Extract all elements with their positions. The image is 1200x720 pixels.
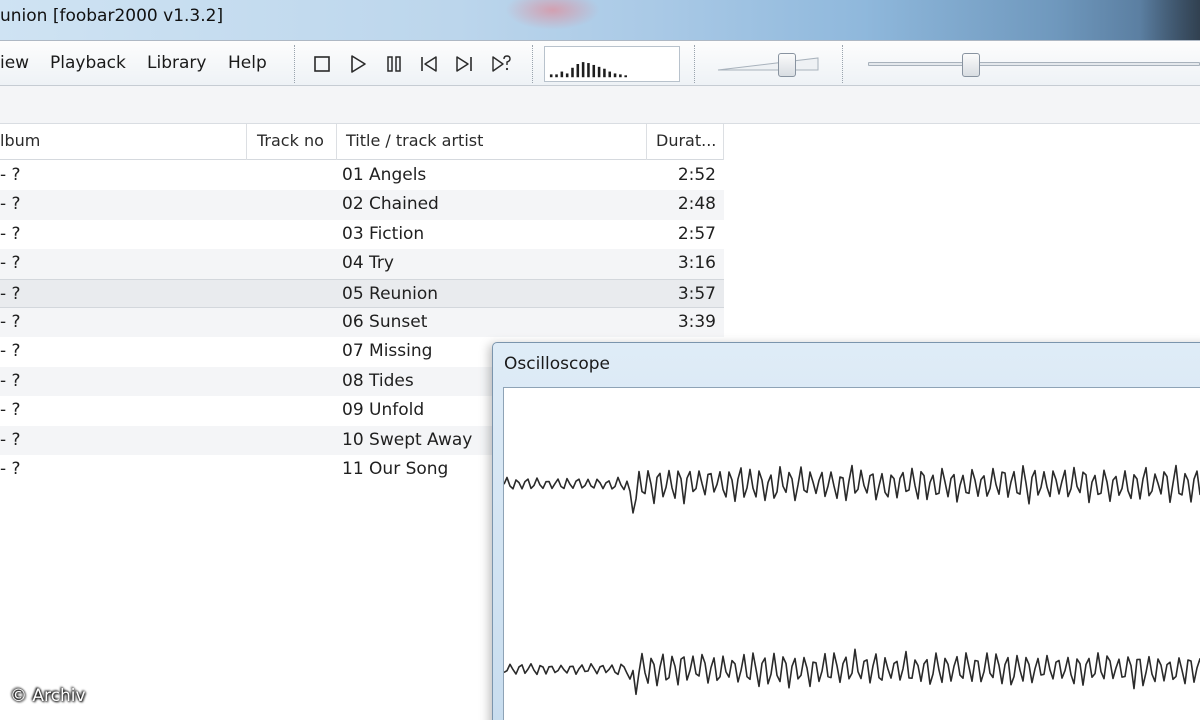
row-title: 09 Unfold [342,400,425,421]
menu-view[interactable]: iew [0,53,29,73]
pause-icon [387,56,401,72]
previous-button[interactable] [416,51,442,77]
oscilloscope-display [503,387,1200,720]
spectrum-bar [587,63,590,78]
row-album: - ? [0,283,21,304]
menu-help[interactable]: Help [228,53,267,73]
column-divider[interactable] [336,124,337,160]
playlist-row[interactable]: - ? 03 Fiction 2:57 [0,220,724,249]
column-header-duration[interactable]: Durat... [656,131,716,150]
random-button[interactable] [488,51,514,77]
title-bar-glow [505,0,600,30]
toolbar-separator [294,45,295,83]
waveform-channel-left [504,464,1200,514]
oscilloscope-window[interactable]: Oscilloscope [492,342,1200,720]
spectrum-bar [608,71,612,78]
row-album: - ? [0,370,21,391]
playlist-row[interactable]: - ? 02 Chained 2:48 [0,190,724,220]
toolbar-separator [532,45,533,83]
menu-library[interactable]: Library [147,53,206,73]
row-duration: 3:16 [677,253,716,274]
row-album: - ? [0,223,21,244]
next-icon [456,56,472,72]
spectrum-bar [565,73,569,78]
stop-icon [314,56,330,72]
spectrum-bar [592,64,596,78]
play-button[interactable] [345,51,371,77]
row-title: 11 Our Song [342,458,449,479]
column-header-track-no[interactable]: Track no [257,131,324,150]
title-bar: union [foobar2000 v1.3.2] [0,0,1200,40]
toolbar: iew Playback Library Help [0,40,1200,86]
volume-ramp [717,57,819,71]
playlist-header: lbum Track no Title / track artist Durat… [0,124,724,160]
row-album: - ? [0,400,21,421]
column-divider[interactable] [723,124,724,160]
random-icon [492,55,511,72]
spectrum-bar [555,74,558,78]
row-duration: 2:57 [677,223,716,244]
row-duration: 3:57 [677,283,716,304]
seek-track [868,62,1200,66]
row-album: - ? [0,194,21,215]
row-title: 08 Tides [342,370,414,391]
spectrum-visualizer [544,46,680,82]
row-album: - ? [0,341,21,362]
row-duration: 2:52 [677,165,716,185]
playlist-tabs-strip [0,86,1200,124]
menu-playback[interactable]: Playback [50,53,126,73]
volume-slider[interactable] [716,53,820,77]
waveform-channel-right [504,648,1200,696]
row-duration: 2:48 [677,194,716,215]
row-title: 01 Angels [342,165,427,185]
row-album: - ? [0,311,21,332]
column-divider[interactable] [246,124,247,160]
window-title: union [foobar2000 v1.3.2] [0,6,224,26]
row-title: 03 Fiction [342,223,425,244]
spectrum-bar [603,68,606,78]
spectrum-bar [581,62,585,78]
seek-thumb[interactable] [962,53,981,77]
title-bar-shadow [1140,0,1200,40]
row-album: - ? [0,165,21,185]
previous-icon [421,56,437,72]
row-duration: 3:39 [677,311,716,332]
spectrum-bar [576,64,580,78]
column-header-album[interactable]: lbum [0,131,40,150]
row-album: - ? [0,429,21,450]
spectrum-bar [560,71,564,78]
stop-button[interactable] [309,51,335,77]
toolbar-separator [842,45,843,83]
play-icon [351,55,366,73]
playlist-row[interactable]: - ? 01 Angels 2:52 [0,161,724,190]
volume-thumb[interactable] [777,53,796,77]
playlist-row[interactable]: - ? 04 Try 3:16 [0,249,724,279]
row-title: 04 Try [342,253,394,274]
watermark: © Archiv [10,686,86,706]
row-title: 05 Reunion [342,283,438,304]
playlist-row[interactable]: - ? 06 Sunset 3:39 [0,307,724,338]
spectrum-bar [549,74,553,78]
next-button[interactable] [451,51,477,77]
spectrum-bar [571,67,574,78]
row-album: - ? [0,253,21,274]
row-title: 07 Missing [342,341,433,362]
row-album: - ? [0,458,21,479]
row-title: 10 Swept Away [342,429,473,450]
column-divider[interactable] [646,124,647,160]
row-title: 06 Sunset [342,311,428,332]
column-header-title[interactable]: Title / track artist [346,131,483,150]
spectrum-bar [624,75,627,78]
spectrum-bar [613,73,617,78]
pause-button[interactable] [381,51,407,77]
oscilloscope-title: Oscilloscope [504,354,611,374]
toolbar-separator [694,45,695,83]
playlist-row[interactable]: - ? 05 Reunion 3:57 [0,278,724,308]
spectrum-bar [619,74,622,78]
seek-bar[interactable] [868,53,1200,77]
spectrum-bar [597,66,601,78]
row-title: 02 Chained [342,194,439,215]
